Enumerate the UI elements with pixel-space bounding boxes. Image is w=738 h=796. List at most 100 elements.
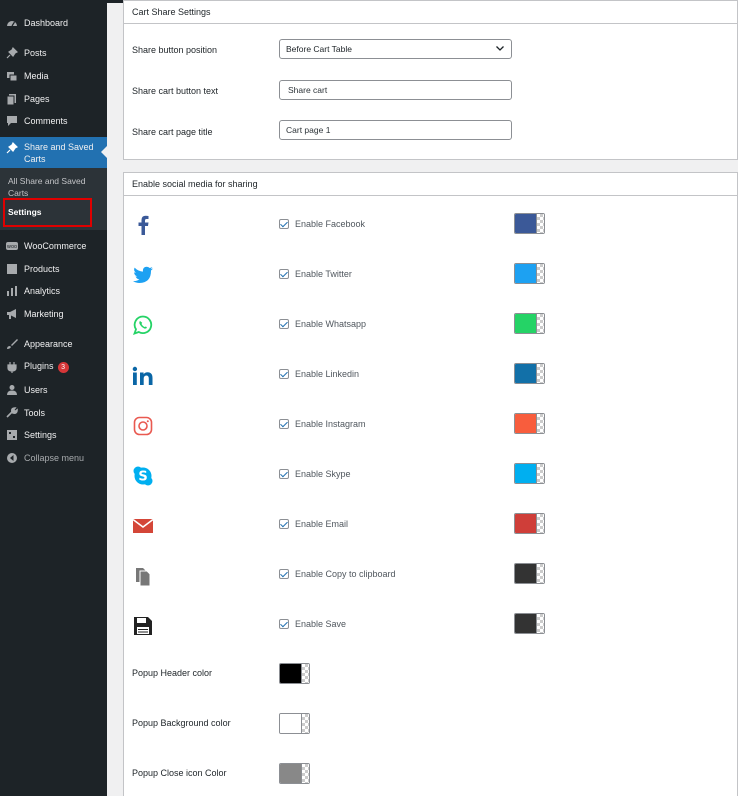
menu-label: Settings [24, 430, 57, 440]
picker-handle [536, 564, 544, 583]
popup-header-color-picker[interactable] [279, 663, 310, 684]
products-icon [6, 263, 18, 275]
menu-item-share-saved-carts[interactable]: Share and Saved Carts [0, 137, 107, 168]
skype-color-picker[interactable] [514, 463, 545, 484]
checkbox-label: Enable Instagram [295, 419, 366, 429]
share-position-select[interactable]: Before Cart Table [279, 39, 512, 59]
woo-icon: woo [6, 240, 18, 252]
checkbox-label: Enable Skype [295, 469, 351, 479]
color-fill [515, 314, 536, 333]
color-fill [515, 614, 536, 633]
linkedin-color-picker[interactable] [514, 363, 545, 384]
megaphone-icon [6, 308, 18, 320]
checkbox-label: Enable Twitter [295, 269, 352, 279]
twitter-toggle[interactable]: Enable Twitter [279, 269, 352, 279]
menu-item-marketing[interactable]: Marketing [0, 303, 107, 325]
menu-item-users[interactable]: Users [0, 379, 107, 401]
color-fill [515, 364, 536, 383]
menu-item-media[interactable]: Media [0, 65, 107, 87]
whatsapp-color-picker[interactable] [514, 313, 545, 334]
menu-item-tools[interactable]: Tools [0, 402, 107, 424]
pin-icon [6, 142, 18, 154]
checkbox-label: Enable Save [295, 619, 347, 629]
menu-item-woocommerce[interactable]: woo WooCommerce [0, 235, 107, 257]
menu-item-plugins[interactable]: Plugins 3 [0, 356, 107, 378]
facebook-color-picker[interactable] [514, 213, 545, 234]
popup-background-color-label: Popup Background color [132, 718, 231, 728]
color-fill [515, 264, 536, 283]
color-fill [515, 514, 536, 533]
checkbox[interactable] [279, 419, 289, 429]
chevron-down-icon [495, 43, 505, 55]
settings-highlight-box [3, 198, 92, 227]
menu-item-appearance[interactable]: Appearance [0, 333, 107, 355]
menu-item-settings[interactable]: Settings [0, 424, 107, 446]
picker-handle [301, 714, 309, 733]
copy-clipboard-toggle[interactable]: Enable Copy to clipboard [279, 569, 396, 579]
picker-handle [301, 764, 309, 783]
menu-item-dashboard[interactable]: Dashboard [0, 12, 107, 34]
menu-item-comments[interactable]: Comments [0, 110, 107, 132]
checkbox[interactable] [279, 619, 289, 629]
menu-item-analytics[interactable]: Analytics [0, 280, 107, 302]
save-color-picker[interactable] [514, 613, 545, 634]
picker-handle [301, 664, 309, 683]
checkbox-label: Enable Whatsapp [295, 319, 367, 329]
copy-icon [132, 565, 154, 587]
analytics-icon [6, 285, 18, 297]
media-icon [6, 70, 18, 82]
panel-header: Enable social media for sharing [124, 173, 737, 196]
menu-item-products[interactable]: Products [0, 258, 107, 280]
checkbox-label: Enable Copy to clipboard [295, 569, 396, 579]
share-page-title-label: Share cart page title [132, 127, 213, 137]
menu-item-posts[interactable]: Posts [0, 42, 107, 64]
wrench-icon [6, 407, 18, 419]
user-icon [6, 384, 18, 396]
share-position-label: Share button position [132, 45, 218, 55]
twitter-color-picker[interactable] [514, 263, 545, 284]
checkbox[interactable] [279, 469, 289, 479]
email-toggle[interactable]: Enable Email [279, 519, 348, 529]
checkbox[interactable] [279, 369, 289, 379]
email-color-picker[interactable] [514, 513, 545, 534]
picker-handle [536, 464, 544, 483]
skype-toggle[interactable]: Enable Skype [279, 469, 351, 479]
whatsapp-toggle[interactable]: Enable Whatsapp [279, 319, 366, 329]
panel-title: Enable social media for sharing [132, 179, 258, 189]
plugins-update-badge: 3 [57, 362, 69, 373]
color-fill [280, 664, 301, 683]
checkbox[interactable] [279, 319, 289, 329]
share-button-text-label: Share cart button text [132, 86, 219, 96]
instagram-color-picker[interactable] [514, 413, 545, 434]
color-fill [280, 714, 301, 733]
menu-item-pages[interactable]: Pages [0, 88, 107, 110]
save-toggle[interactable]: Enable Save [279, 619, 346, 629]
popup-close-icon-color-picker[interactable] [279, 763, 310, 784]
menu-label: Dashboard [24, 18, 69, 28]
copy-clipboard-color-picker[interactable] [514, 563, 545, 584]
submenu-all-carts[interactable]: All Share and Saved Carts [8, 175, 92, 199]
twitter-icon [132, 264, 154, 286]
skype-icon: S [132, 465, 154, 487]
collapse-icon [6, 452, 18, 464]
checkbox-label: Enable Email [295, 519, 349, 529]
picker-handle [536, 364, 544, 383]
instagram-toggle[interactable]: Enable Instagram [279, 419, 366, 429]
menu-label: WooCommerce [24, 241, 87, 251]
checkbox[interactable] [279, 569, 289, 579]
color-fill [280, 764, 301, 783]
checkbox[interactable] [279, 269, 289, 279]
facebook-toggle[interactable]: Enable Facebook [279, 219, 365, 229]
checkbox[interactable] [279, 519, 289, 529]
checkbox[interactable] [279, 219, 289, 229]
svg-text:S: S [138, 470, 147, 485]
instagram-icon [132, 415, 154, 437]
pin-icon [6, 47, 18, 59]
menu-label: Media [24, 71, 49, 81]
share-button-text-input[interactable] [279, 80, 512, 100]
menu-label: Plugins 3 [24, 361, 69, 373]
popup-background-color-picker[interactable] [279, 713, 310, 734]
collapse-menu-button[interactable]: Collapse menu [0, 447, 107, 469]
share-page-title-input[interactable] [279, 120, 512, 140]
linkedin-toggle[interactable]: Enable Linkedin [279, 369, 359, 379]
